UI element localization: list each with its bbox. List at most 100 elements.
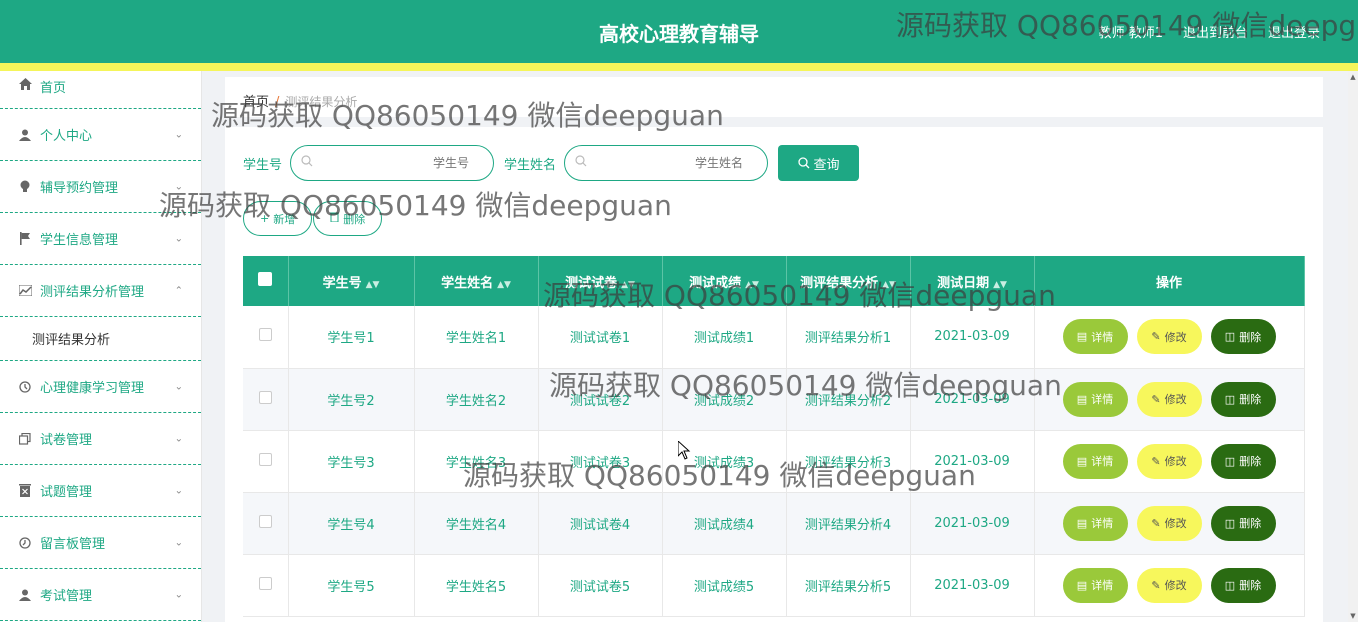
row-checkbox[interactable] <box>258 576 272 590</box>
edit-button[interactable]: ✎ 修改 <box>1136 381 1202 417</box>
sidebar-item-exam[interactable]: 考试管理 ⌄ <box>0 569 201 621</box>
sidebar-item-paper[interactable]: 试卷管理 ⌄ <box>0 413 201 465</box>
student-name-input[interactable] <box>565 146 768 180</box>
select-all-cell <box>243 256 289 306</box>
scroll-down-icon[interactable]: ▼ <box>1349 612 1357 620</box>
sidebar-item-label: 心理健康学习管理 <box>40 381 145 396</box>
query-button-label: 查询 <box>813 157 840 173</box>
watermark: 源码获取 QQ86050149 微信deepguan <box>463 459 976 492</box>
edit-button[interactable]: ✎ 修改 <box>1136 319 1202 355</box>
trash-icon: ◫ <box>1224 578 1236 592</box>
clock-icon <box>18 380 32 394</box>
delete-button-label: 删除 <box>1239 455 1262 468</box>
table-cell: 学生号4 <box>288 492 415 555</box>
column-header[interactable]: 学生姓名 ▲▼ <box>414 256 539 306</box>
detail-button[interactable]: ▤ 详情 <box>1062 381 1128 417</box>
trash-icon: ◫ <box>1224 516 1236 530</box>
user-icon <box>18 128 32 142</box>
detail-button[interactable]: ▤ 详情 <box>1062 443 1128 479</box>
delete-button-label: 删除 <box>1239 579 1262 592</box>
edit-button[interactable]: ✎ 修改 <box>1136 567 1202 603</box>
copy-icon <box>18 432 32 446</box>
sort-icon[interactable]: ▲▼ <box>366 280 380 290</box>
table-cell: 学生号5 <box>288 554 415 617</box>
sidebar-item-label: 试卷管理 <box>40 433 93 448</box>
row-checkbox[interactable] <box>258 390 272 404</box>
edit-button[interactable]: ✎ 修改 <box>1136 443 1202 479</box>
home-icon <box>18 77 32 91</box>
scroll-up-icon[interactable]: ▲ <box>1349 73 1357 81</box>
row-actions-cell: ▤ 详情 ✎ 修改 ◫ 删除 <box>1034 430 1305 493</box>
table-cell: 2021-03-09 <box>910 492 1035 555</box>
column-header[interactable]: 学生号 ▲▼ <box>288 256 415 306</box>
detail-button[interactable]: ▤ 详情 <box>1062 319 1128 355</box>
pencil-icon: ✎ <box>1151 454 1161 468</box>
file-icon: ▤ <box>1076 392 1088 406</box>
row-checkbox[interactable] <box>258 452 272 466</box>
sidebar-subitem-result-analysis[interactable]: 测评结果分析 <box>0 317 201 361</box>
watermark: 源码获取 QQ86050149 微信deepguan <box>896 9 1358 42</box>
sidebar-item-label: 辅导预约管理 <box>40 181 119 196</box>
student-no-label: 学生号 <box>243 157 283 173</box>
sidebar-item-personal-center[interactable]: 个人中心 ⌄ <box>0 109 201 161</box>
row-checkbox[interactable] <box>258 514 272 528</box>
table-row: 学生号1 学生姓名1 测试试卷1 测试成绩1 测评结果分析1 2021-03-09 ▤ 详情 ✎… <box>243 306 1305 369</box>
sidebar-item-label: 测评结果分析管理 <box>40 285 145 300</box>
search-icon <box>301 155 313 170</box>
table-row: 学生号4 学生姓名4 测试试卷4 测试成绩4 测评结果分析4 2021-03-09 ▤ 详情 ✎… <box>243 492 1305 555</box>
table-cell: 学生姓名2 <box>414 368 539 431</box>
pencil-icon: ✎ <box>1151 516 1161 530</box>
sidebar-item-result-analysis[interactable]: 测评结果分析管理 ⌃ <box>0 265 201 317</box>
page-scrollbar[interactable]: ▲ ▼ <box>1348 71 1358 622</box>
edit-button-label: 修改 <box>1164 330 1187 344</box>
row-actions-cell: ▤ 详情 ✎ 修改 ◫ 删除 <box>1034 492 1305 555</box>
sort-icon[interactable]: ▲▼ <box>497 280 511 290</box>
edit-button-label: 修改 <box>1164 579 1187 592</box>
row-select-cell <box>243 492 289 555</box>
bulb-icon <box>18 180 32 194</box>
student-name-input-wrap <box>564 145 769 181</box>
flag-icon <box>18 232 32 246</box>
edit-button[interactable]: ✎ 修改 <box>1136 505 1202 541</box>
watermark: 源码获取 QQ86050149 微信deepguan <box>543 279 1056 312</box>
sidebar-item-health-learning[interactable]: 心理健康学习管理 ⌄ <box>0 361 201 413</box>
table-cell: 测试试卷1 <box>538 306 663 369</box>
detail-button[interactable]: ▤ 详情 <box>1062 505 1128 541</box>
delete-box-icon <box>18 484 32 498</box>
detail-button-label: 详情 <box>1091 393 1114 406</box>
table-cell: 学生姓名1 <box>414 306 539 369</box>
delete-button[interactable]: ◫ 删除 <box>1210 443 1276 479</box>
pencil-icon: ✎ <box>1151 578 1161 592</box>
trash-icon: ◫ <box>1224 454 1236 468</box>
delete-button-label: 删除 <box>1239 517 1262 530</box>
edit-button-label: 修改 <box>1164 455 1187 468</box>
sidebar-item-label: 考试管理 <box>40 589 93 604</box>
delete-button[interactable]: ◫ 删除 <box>1210 567 1276 603</box>
sidebar-item-label: 首页 <box>40 81 67 96</box>
table-cell: 测试成绩5 <box>662 554 787 617</box>
file-icon: ▤ <box>1076 516 1088 530</box>
delete-button[interactable]: ◫ 删除 <box>1210 319 1276 355</box>
sidebar-item-home[interactable]: 首页 <box>0 71 201 109</box>
chevron-down-icon: ⌄ <box>174 129 183 140</box>
query-button[interactable]: 查询 <box>778 145 860 181</box>
row-select-cell <box>243 430 289 493</box>
table-cell: 测评结果分析4 <box>786 492 911 555</box>
chevron-down-icon: ⌄ <box>174 537 183 548</box>
delete-button[interactable]: ◫ 删除 <box>1210 505 1276 541</box>
sidebar-item-message-board[interactable]: 留言板管理 ⌄ <box>0 517 201 569</box>
student-no-input[interactable] <box>291 146 494 180</box>
sidebar-item-question[interactable]: 试题管理 ⌄ <box>0 465 201 517</box>
table-cell: 测试成绩4 <box>662 492 787 555</box>
detail-button[interactable]: ▤ 详情 <box>1062 567 1128 603</box>
table-cell: 学生号1 <box>288 306 415 369</box>
edit-button-label: 修改 <box>1164 393 1187 406</box>
row-checkbox[interactable] <box>258 328 272 342</box>
detail-button-label: 详情 <box>1091 517 1114 530</box>
delete-button[interactable]: ◫ 删除 <box>1210 381 1276 417</box>
chart-icon <box>18 284 32 298</box>
row-actions-cell: ▤ 详情 ✎ 修改 ◫ 删除 <box>1034 554 1305 617</box>
select-all-checkbox[interactable] <box>258 272 273 286</box>
chevron-up-icon: ⌃ <box>174 285 183 296</box>
watermark: 源码获取 QQ86050149 微信deepguan <box>159 189 672 222</box>
